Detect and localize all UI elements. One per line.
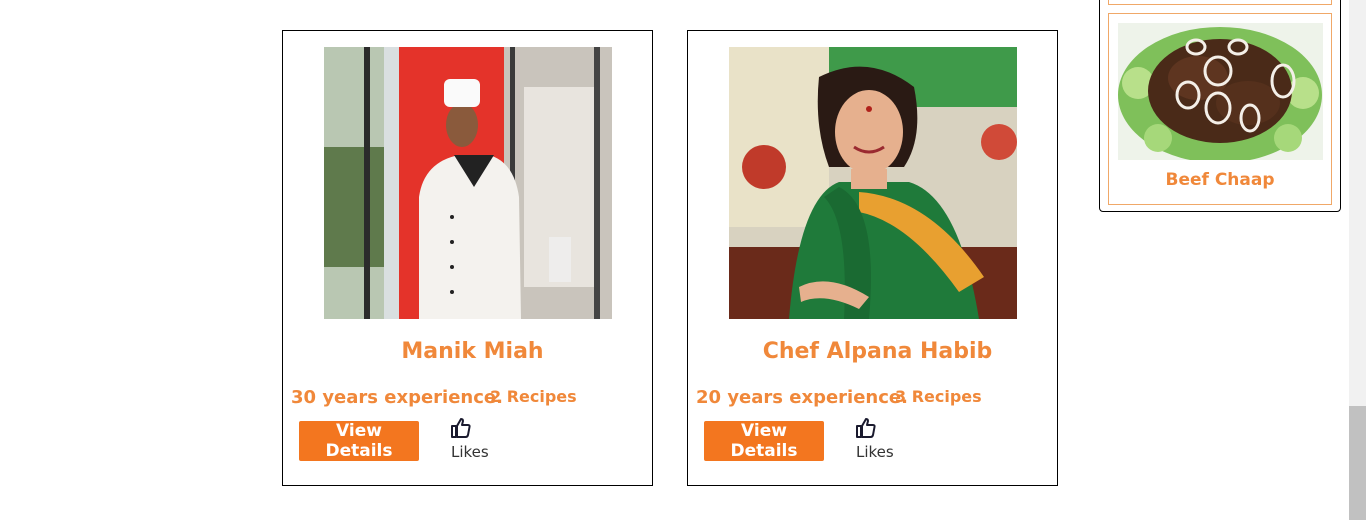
likes-label: Likes xyxy=(856,443,894,461)
chef-recipe-count: 3 Recipes xyxy=(895,387,982,406)
likes-label: Likes xyxy=(451,443,489,461)
chef-card: Manik Miah 30 years experience. 2 Recipe… xyxy=(282,30,653,486)
chef-experience: 20 years experience. xyxy=(696,387,908,408)
chef-photo[interactable] xyxy=(729,47,1017,319)
scrollbar-thumb[interactable] xyxy=(1349,406,1366,520)
view-details-button[interactable]: View Details xyxy=(704,421,824,461)
thumbs-up-icon[interactable] xyxy=(450,417,472,439)
recipe-title[interactable]: Beef Chaap xyxy=(1109,170,1331,190)
chef-photo[interactable] xyxy=(324,47,612,319)
chef-recipe-count: 2 Recipes xyxy=(490,387,577,406)
sidebar-recipe-panel: Beef Chaap xyxy=(1099,0,1341,212)
chef-name[interactable]: Manik Miah xyxy=(283,339,652,364)
chef-name[interactable]: Chef Alpana Habib xyxy=(688,339,1057,364)
thumbs-up-icon[interactable] xyxy=(855,417,877,439)
recipe-thumbnail[interactable] xyxy=(1118,23,1323,160)
view-details-button[interactable]: View Details xyxy=(299,421,419,461)
chef-experience: 30 years experience. xyxy=(291,387,503,408)
sidebar-previous-item[interactable] xyxy=(1108,0,1332,5)
sidebar-recipe-item[interactable]: Beef Chaap xyxy=(1108,13,1332,205)
chef-card: Chef Alpana Habib 20 years experience. 3… xyxy=(687,30,1058,486)
